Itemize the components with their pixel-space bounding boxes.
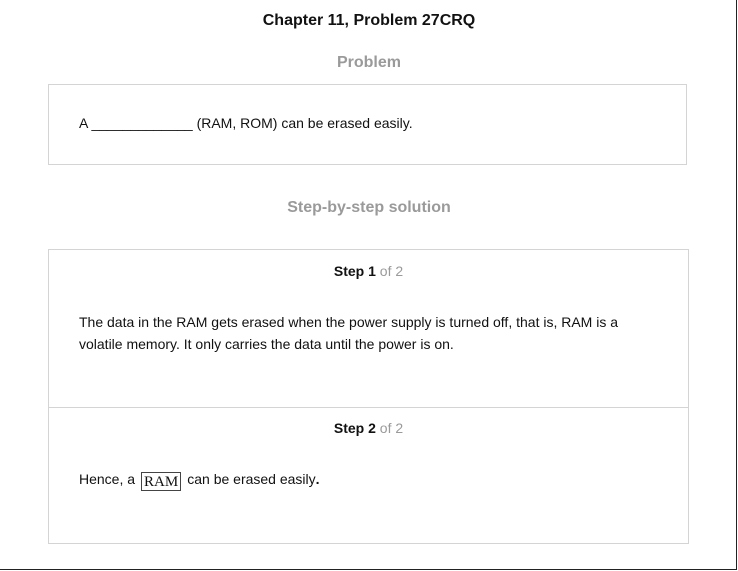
step-2-period: . [315,471,320,487]
step-1-number: 1 [368,263,376,279]
solution-heading: Step-by-step solution [287,199,451,216]
step-1-word: Step [333,263,365,279]
page-title: Chapter 11, Problem 27CRQ [262,12,476,29]
problem-heading: Problem [336,54,401,71]
step-divider [49,407,688,408]
step-2-number: 2 [368,420,376,436]
problem-box: A _____________ (RAM, ROM) can be erased… [48,84,687,165]
problem-text: A _____________ (RAM, ROM) can be erased… [79,115,413,131]
step-1-of-total: of 2 [379,263,404,279]
answer-box: RAM [141,472,182,491]
step-1-body: The data in the RAM gets erased when the… [79,314,619,352]
steps-box: Step 1 of 2 The data in the RAM gets era… [48,249,689,544]
step-2-body: Hence, a RAM can be erased easily. [79,468,320,491]
step-2-word: Step [333,420,365,436]
step-2-of-total: of 2 [379,420,404,436]
step-2-suffix: can be erased easily [187,471,316,487]
step-1-heading: Step 1 of 2 [49,263,688,279]
step-2-prefix: Hence, a [79,471,136,487]
step-2-heading: Step 2 of 2 [49,420,688,436]
